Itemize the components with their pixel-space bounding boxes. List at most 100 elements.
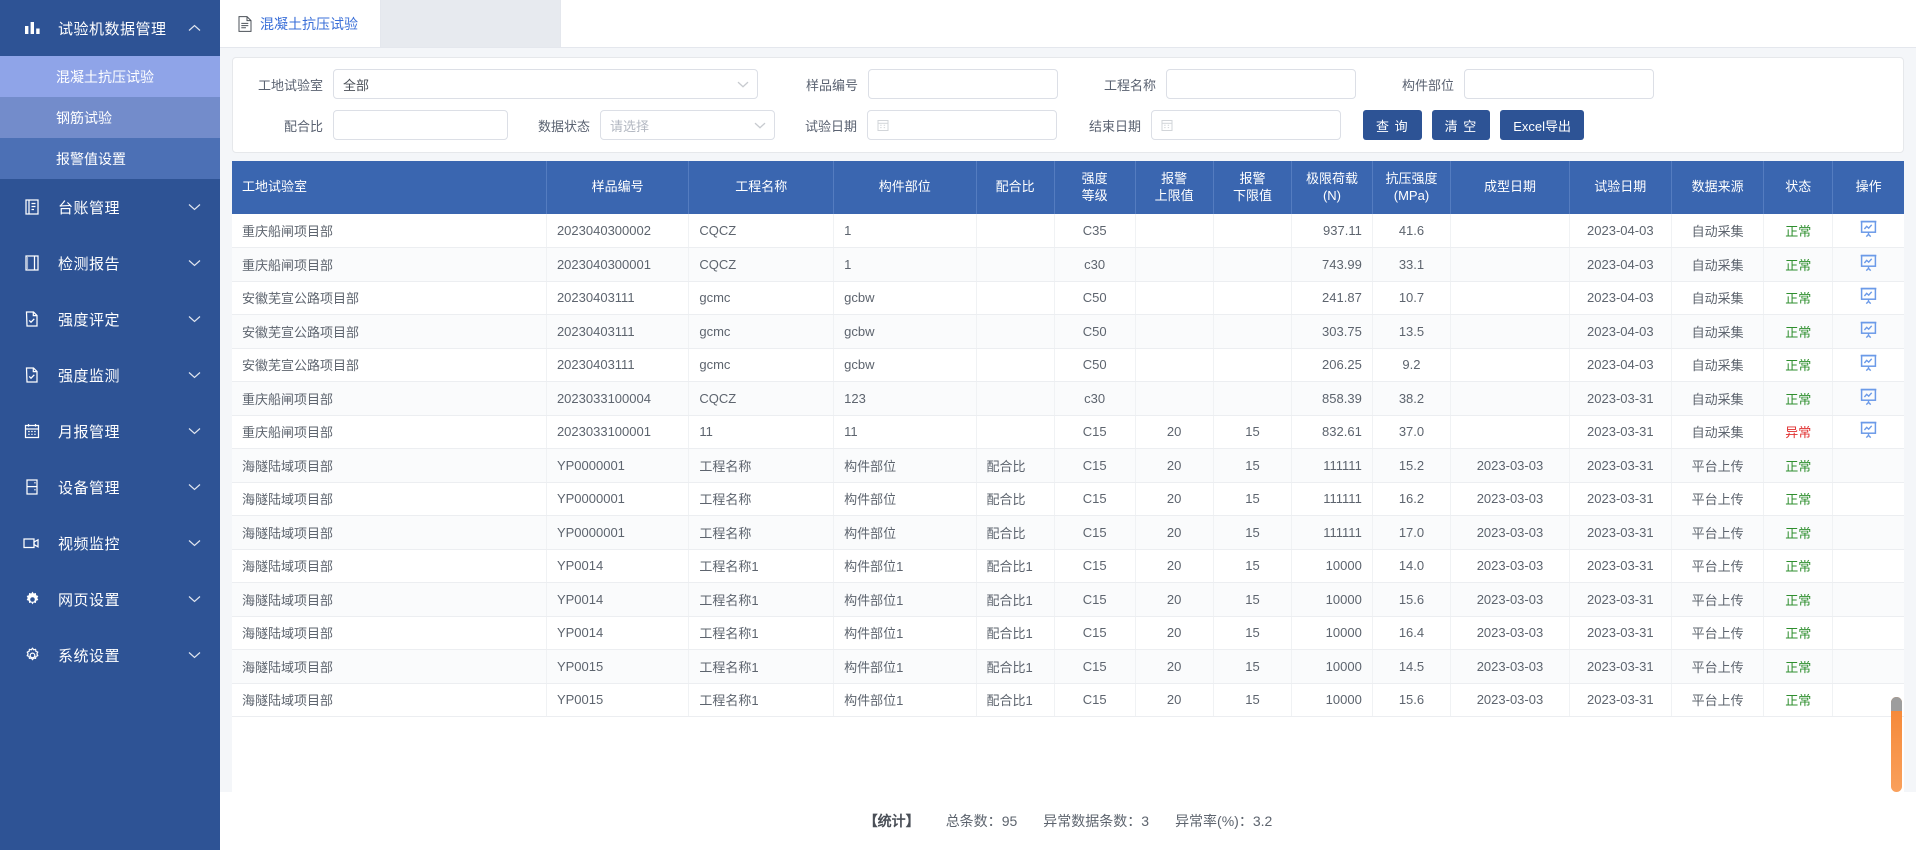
sidebar-group-6[interactable]: 月报管理 [0, 403, 220, 459]
field-lab: 工地试验室 全部 [243, 69, 758, 99]
table-row[interactable]: 重庆船闸项目部 2023040300002 CQCZ 1 C35 937.11 41.6 20… [232, 214, 1904, 248]
part-input[interactable] [1464, 69, 1654, 99]
table-header-cell-14: 状态 [1763, 161, 1834, 214]
sidebar-group-3[interactable]: 检测报告 [0, 235, 220, 291]
cell-action[interactable] [1832, 448, 1904, 483]
cell-action[interactable] [1832, 348, 1904, 382]
sidebar-group-5[interactable]: 强度监测 [0, 347, 220, 403]
table-row[interactable]: 海隧陆域项目部 YP0000001 工程名称 构件部位 配合比 C15 20 15 111111… [232, 482, 1904, 516]
table-row[interactable]: 海隧陆域项目部 YP0000001 工程名称 构件部位 配合比 C15 20 15 111111… [232, 448, 1904, 483]
chart-board-icon[interactable] [1860, 220, 1877, 238]
sidebar-subitem-1-3[interactable]: 报警值设置 [0, 138, 220, 179]
sidebar-group-7[interactable]: 设备管理 [0, 459, 220, 515]
sidebar-group-8[interactable]: 视频监控 [0, 515, 220, 571]
sidebar-group-10[interactable]: 系统设置 [0, 627, 220, 683]
table-row[interactable]: 重庆船闸项目部 2023033100004 CQCZ 123 c30 858.39 38.2… [232, 381, 1904, 416]
sidebar-subitem-1-2[interactable]: 钢筋试验 [0, 97, 220, 138]
table-row[interactable]: 海隧陆域项目部 YP0014 工程名称1 构件部位1 配合比1 C15 20 15 10000 1… [232, 549, 1904, 583]
cell-action[interactable] [1832, 415, 1904, 449]
cell-load: 111111 [1291, 482, 1373, 516]
test-data-table: 工地试验室 样品编号 工程名称 构件部位 配合比 强度 等级 报警 上限值 报警 下限值 极限荷载 (N… [232, 161, 1904, 717]
cell-formed: 2023-03-03 [1450, 616, 1570, 650]
query-button[interactable]: 查 询 [1363, 110, 1422, 140]
chart-board-icon[interactable] [1860, 388, 1877, 406]
project-input[interactable] [1166, 69, 1356, 99]
cell-status: 正常 [1763, 616, 1834, 650]
table-row[interactable]: 安徽芜宣公路项目部 20230403111 gcmc gcbw C50 241.87 10.… [232, 281, 1904, 315]
cell-source: 平台上传 [1671, 448, 1765, 483]
cell-part: 1 [833, 247, 977, 282]
cell-action[interactable] [1832, 214, 1904, 248]
cell-upper: 20 [1135, 448, 1214, 483]
chart-board-icon[interactable] [1860, 254, 1877, 272]
cell-mix [976, 381, 1055, 416]
cell-action[interactable] [1832, 515, 1904, 550]
stat-total-label: 总条数： [945, 813, 1002, 829]
status-badge: 正常 [1785, 324, 1812, 340]
excel-export-button[interactable]: Excel导出 [1500, 110, 1585, 140]
field-end-date: 结束日期 [1079, 110, 1341, 140]
cell-formed: 2023-03-03 [1450, 649, 1570, 684]
data-table-container: 工地试验室 样品编号 工程名称 构件部位 配合比 强度 等级 报警 上限值 报警 下限值 极限荷载 (N… [232, 161, 1904, 792]
cell-lab: 重庆船闸项目部 [232, 247, 547, 282]
end-date-input[interactable] [1151, 110, 1341, 140]
table-row[interactable]: 海隧陆域项目部 YP0014 工程名称1 构件部位1 配合比1 C15 20 15 10000 1… [232, 616, 1904, 650]
table-row[interactable]: 海隧陆域项目部 YP0000001 工程名称 构件部位 配合比 C15 20 15 111111… [232, 515, 1904, 550]
lab-select[interactable]: 全部 [333, 69, 758, 99]
table-row[interactable]: 重庆船闸项目部 2023040300001 CQCZ 1 c30 743.99 33.1 20… [232, 247, 1904, 282]
status-select-placeholder: 请选择 [610, 118, 650, 134]
clear-button[interactable]: 清 空 [1431, 110, 1491, 140]
cell-grade: C50 [1054, 314, 1136, 349]
cell-action[interactable] [1832, 616, 1904, 650]
cell-lower: 15 [1213, 482, 1293, 516]
cell-action[interactable] [1832, 281, 1904, 315]
cell-grade: C15 [1054, 515, 1136, 550]
chart-board-icon[interactable] [1860, 354, 1877, 372]
cell-mix: 配合比 [976, 515, 1055, 550]
cell-status: 正常 [1763, 348, 1834, 382]
cell-lower [1213, 314, 1293, 349]
cell-formed [1450, 415, 1570, 449]
cell-project: gcmc [688, 348, 835, 382]
cell-project: 工程名称1 [688, 649, 835, 684]
cell-action[interactable] [1832, 549, 1904, 583]
sidebar-group-2[interactable]: 台账管理 [0, 179, 220, 235]
cell-project: 工程名称 [688, 482, 835, 516]
cell-mix [976, 415, 1055, 449]
cell-sample: 20230403111 [546, 348, 690, 382]
sidebar-group-1[interactable]: 试验机数据管理 [0, 0, 220, 56]
status-select[interactable]: 请选择 [600, 110, 775, 140]
chart-board-icon[interactable] [1860, 421, 1877, 439]
sample-input[interactable] [868, 69, 1058, 99]
status-badge: 正常 [1785, 626, 1812, 642]
cell-strength: 9.2 [1372, 348, 1452, 382]
cell-upper: 20 [1135, 616, 1214, 650]
stat-abnormal: 异常数据条数：3 [1043, 811, 1149, 831]
test-date-input[interactable] [867, 110, 1057, 140]
table-row[interactable]: 海隧陆域项目部 YP0014 工程名称1 构件部位1 配合比1 C15 20 15 10000 1… [232, 582, 1904, 617]
table-head: 工地试验室 样品编号 工程名称 构件部位 配合比 强度 等级 报警 上限值 报警 下限值 极限荷载 (N… [232, 161, 1904, 214]
tab-concrete-compression-test[interactable]: 混凝土抗压试验 [220, 0, 381, 47]
table-row[interactable]: 海隧陆域项目部 YP0015 工程名称1 构件部位1 配合比1 C15 20 15 10000 1… [232, 649, 1904, 684]
sidebar-subitem-1-1[interactable]: 混凝土抗压试验 [0, 56, 220, 97]
vertical-scrollbar[interactable] [1891, 697, 1902, 792]
table-row[interactable]: 海隧陆域项目部 YP0015 工程名称1 构件部位1 配合比1 C15 20 15 10000 1… [232, 683, 1904, 717]
sidebar-group-4[interactable]: 强度评定 [0, 291, 220, 347]
cell-action[interactable] [1832, 649, 1904, 684]
mix-input[interactable] [333, 110, 508, 140]
sidebar-group-9[interactable]: 网页设置 [0, 571, 220, 627]
chart-board-icon[interactable] [1860, 321, 1877, 339]
cell-action[interactable] [1832, 381, 1904, 416]
chart-board-icon[interactable] [1860, 287, 1877, 305]
stat-abnormal-label: 异常数据条数： [1043, 813, 1142, 829]
device-icon [22, 477, 42, 497]
cell-action[interactable] [1832, 314, 1904, 349]
cell-action[interactable] [1832, 582, 1904, 617]
cell-action[interactable] [1832, 247, 1904, 282]
table-row[interactable]: 安徽芜宣公路项目部 20230403111 gcmc gcbw C50 206.25 9.2… [232, 348, 1904, 382]
cell-formed [1450, 381, 1570, 416]
cell-load: 10000 [1291, 549, 1373, 583]
table-row[interactable]: 重庆船闸项目部 2023033100001 11 11 C15 20 15 832.61 37.… [232, 415, 1904, 449]
table-row[interactable]: 安徽芜宣公路项目部 20230403111 gcmc gcbw C50 303.75 13.… [232, 314, 1904, 349]
cell-action[interactable] [1832, 482, 1904, 516]
